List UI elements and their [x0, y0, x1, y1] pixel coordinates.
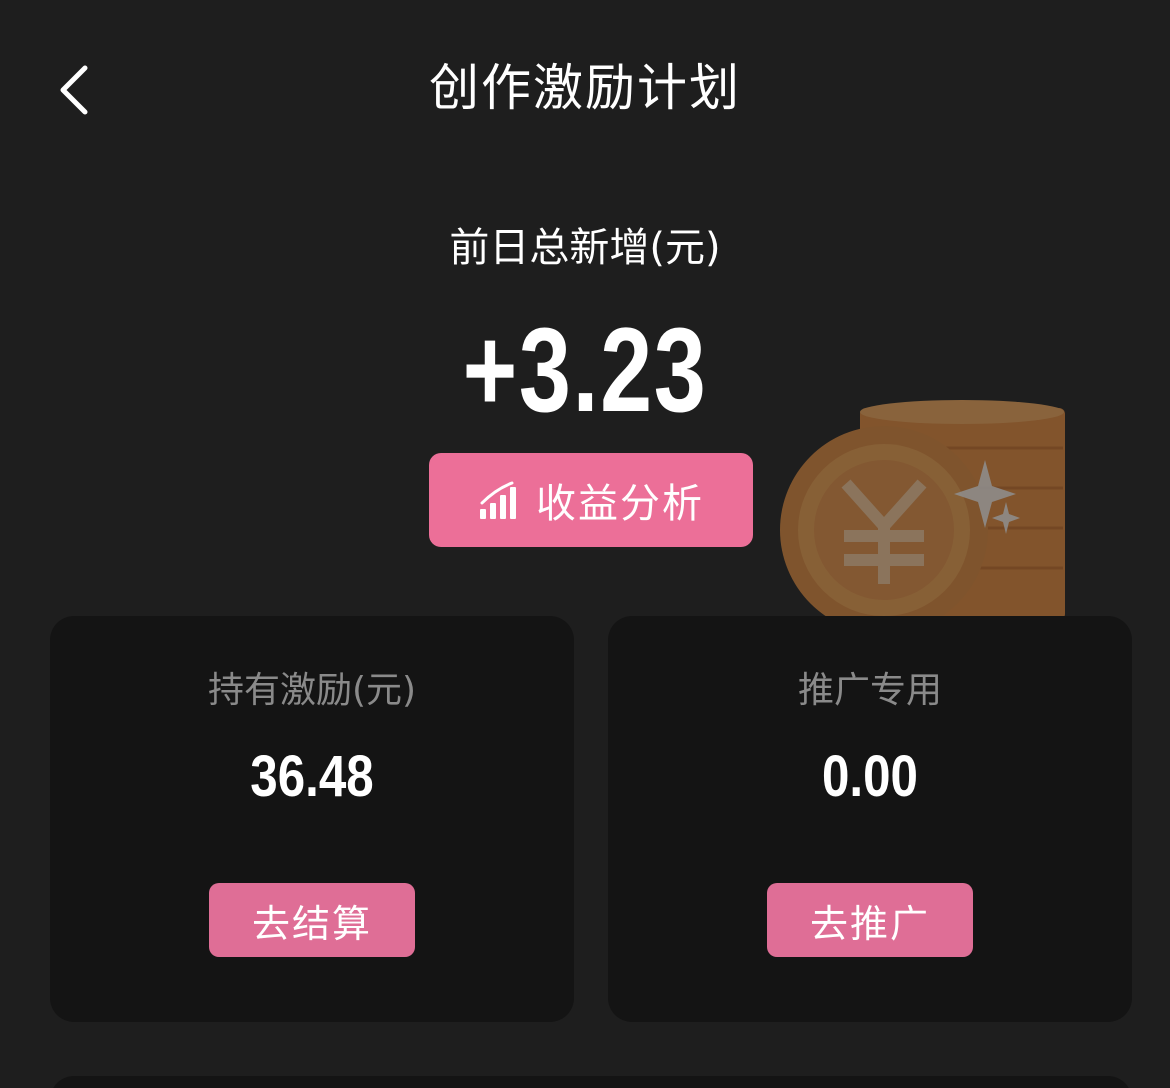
- next-section-card: [50, 1076, 1132, 1088]
- held-incentive-title: 持有激励(元): [207, 670, 417, 711]
- promotion-value: 0.00: [822, 744, 918, 809]
- coin-stack-yuan-icon: [780, 400, 1065, 620]
- income-analysis-label: 收益分析: [536, 481, 704, 527]
- held-incentive-card: 持有激励(元) 36.48 去结算: [50, 616, 574, 1022]
- income-analysis-button[interactable]: 收益分析: [429, 453, 753, 547]
- creator-incentive-page: 创作激励计划 前日总新增(元) +3.23 收益分析 持有激励(元) 36.48…: [0, 0, 1170, 1088]
- held-incentive-value: 36.48: [250, 744, 374, 809]
- promote-button[interactable]: 去推广: [767, 883, 973, 957]
- settle-button[interactable]: 去结算: [209, 883, 415, 957]
- daily-new-income-label: 前日总新增(元): [449, 225, 721, 271]
- page-title: 创作激励计划: [429, 59, 741, 117]
- signal-bars-icon: [480, 481, 516, 519]
- header: 创作激励计划: [0, 0, 1170, 180]
- promotion-title: 推广专用: [797, 670, 942, 711]
- promotion-card: 推广专用 0.00 去推广: [608, 616, 1132, 1022]
